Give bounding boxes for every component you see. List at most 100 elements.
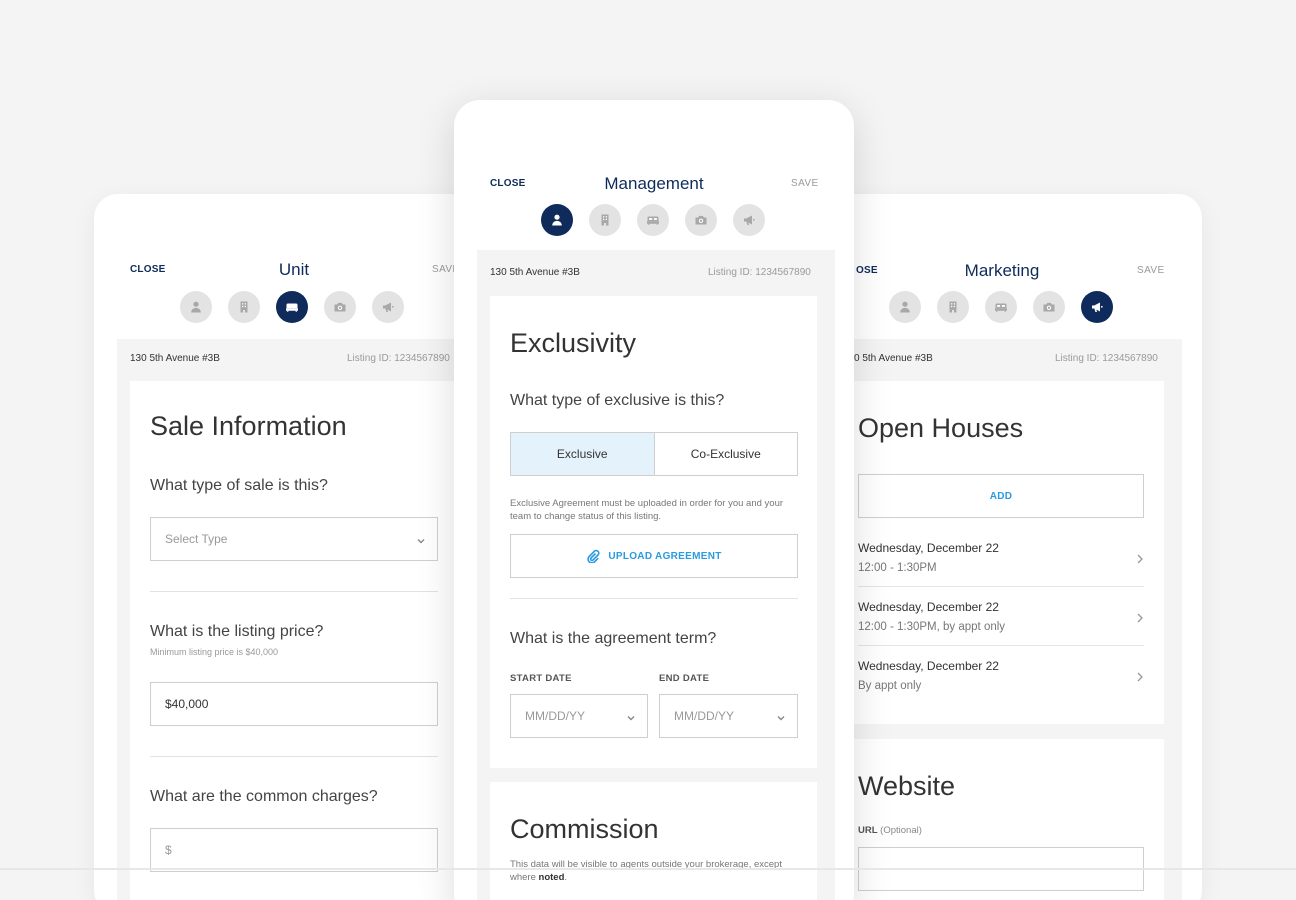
unit-content: 130 5th Avenue #3B Listing ID: 123456789… [117, 339, 474, 900]
unit-screen: CLOSE Unit SAVE 130 5th Avenue #3B Listi… [94, 194, 474, 900]
add-open-house-button[interactable]: ADD [858, 474, 1144, 518]
url-label-row: URL (Optional) [858, 825, 922, 836]
open-house-date: Wednesday, December 22 [858, 600, 999, 614]
camera-step-icon[interactable] [1033, 291, 1065, 323]
bed-step-icon[interactable] [985, 291, 1017, 323]
section-heading: Exclusivity [510, 328, 637, 358]
marketing-header: OSE Marketing SAVE [822, 261, 1202, 291]
commission-card: Commission This data will be visible to … [490, 782, 817, 900]
listing-address: 130 5th Avenue #3B [490, 267, 580, 278]
page-title: Management [604, 174, 704, 193]
open-house-time: By appt only [858, 680, 922, 692]
listing-id: Listing ID: 1234567890 [347, 353, 450, 364]
start-date-label: START DATE [510, 673, 572, 684]
chevron-right-icon [1136, 669, 1144, 679]
sale-type-select[interactable]: Select Type [150, 517, 438, 561]
agreement-note: Exclusive Agreement must be uploaded in … [510, 498, 784, 522]
bed-step-icon[interactable] [637, 204, 669, 236]
megaphone-step-icon[interactable] [733, 204, 765, 236]
divider [150, 591, 438, 592]
management-content: 130 5th Avenue #3B Listing ID: 123456789… [477, 250, 835, 900]
megaphone-step-icon[interactable] [1081, 291, 1113, 323]
website-heading: Website [858, 771, 956, 801]
section-heading: Sale Information [150, 411, 347, 441]
step-nav [180, 291, 404, 323]
building-step-icon[interactable] [589, 204, 621, 236]
exclusive-option[interactable]: Exclusive [511, 433, 654, 475]
page-title: Unit [278, 260, 310, 279]
listing-address: 130 5th Avenue #3B [130, 353, 220, 364]
open-house-time: 12:00 - 1:30PM, by appt only [858, 621, 1006, 633]
listing-price-input[interactable]: $40,000 [150, 682, 438, 726]
chevron-down-icon [627, 711, 635, 719]
building-step-icon[interactable] [937, 291, 969, 323]
step-nav [541, 204, 765, 236]
close-button[interactable]: CLOSE [490, 178, 525, 189]
upload-label: UPLOAD AGREEMENT [608, 550, 722, 562]
listing-price-question: What is the listing price? [150, 623, 324, 640]
bed-step-icon[interactable] [276, 291, 308, 323]
marketing-content: 0 5th Avenue #3B Listing ID: 1234567890 … [852, 339, 1182, 900]
save-button[interactable]: SAVE [791, 178, 819, 189]
close-button[interactable]: CLOSE [130, 264, 165, 275]
camera-step-icon[interactable] [324, 291, 356, 323]
add-label: ADD [989, 490, 1013, 502]
common-charges-input[interactable]: $ [150, 828, 438, 872]
open-houses-card: Open Houses ADD Wednesday, December 22 1… [852, 381, 1164, 724]
url-label: URL [858, 825, 878, 836]
url-optional: (Optional) [880, 825, 922, 836]
listing-address: 0 5th Avenue #3B [854, 353, 933, 364]
divider [510, 598, 798, 599]
price-value: $40,000 [165, 697, 209, 711]
chevron-down-icon [417, 534, 425, 542]
paperclip-icon [586, 549, 600, 563]
bottom-divider [0, 868, 1296, 870]
price-hint: Minimum listing price is $40,000 [150, 647, 279, 657]
open-house-date: Wednesday, December 22 [858, 659, 999, 673]
chevron-right-icon [1136, 551, 1144, 561]
management-screen: CLOSE Management SAVE 130 5th Avenue #3B… [454, 100, 854, 900]
open-house-list: Wednesday, December 22 12:00 - 1:30PM We… [858, 527, 1144, 717]
agent-step-icon[interactable] [180, 291, 212, 323]
camera-step-icon[interactable] [685, 204, 717, 236]
exclusivity-card: Exclusivity What type of exclusive is th… [490, 296, 817, 768]
chevron-right-icon [1136, 610, 1144, 620]
end-date-select[interactable]: MM/DD/YY [659, 694, 798, 738]
agent-step-icon[interactable] [541, 204, 573, 236]
open-house-date: Wednesday, December 22 [858, 541, 999, 555]
unit-header: CLOSE Unit SAVE [94, 260, 474, 290]
page-title: Marketing [964, 261, 1040, 280]
end-date-placeholder: MM/DD/YY [674, 709, 734, 723]
open-house-item[interactable]: Wednesday, December 22 By appt only [858, 645, 1144, 705]
building-step-icon[interactable] [228, 291, 260, 323]
commission-note-end: . [564, 872, 568, 883]
end-date-label: END DATE [659, 673, 710, 684]
commission-note: This data will be visible to agents outs… [510, 858, 800, 884]
open-house-time: 12:00 - 1:30PM [858, 562, 937, 574]
sale-information-card: Sale Information What type of sale is th… [130, 381, 470, 900]
exclusive-type-question: What type of exclusive is this? [510, 392, 725, 409]
website-card: Website URL (Optional) [852, 739, 1164, 900]
close-button[interactable]: OSE [856, 265, 878, 276]
step-nav [889, 291, 1113, 323]
upload-agreement-button[interactable]: UPLOAD AGREEMENT [510, 534, 798, 578]
management-header: CLOSE Management SAVE [454, 174, 854, 204]
common-charges-placeholder: $ [165, 843, 172, 857]
commission-note-bold: noted [538, 872, 565, 883]
sale-type-question: What type of sale is this? [150, 477, 328, 494]
megaphone-step-icon[interactable] [372, 291, 404, 323]
sale-type-placeholder: Select Type [165, 532, 228, 546]
save-button[interactable]: SAVE [1137, 265, 1165, 276]
co-exclusive-option[interactable]: Co-Exclusive [653, 433, 798, 475]
common-charges-question: What are the common charges? [150, 788, 378, 805]
agent-step-icon[interactable] [889, 291, 921, 323]
open-house-item[interactable]: Wednesday, December 22 12:00 - 1:30PM, b… [858, 586, 1144, 646]
exclusive-type-toggle: Exclusive Co-Exclusive [510, 432, 798, 476]
divider [150, 756, 438, 757]
marketing-screen: OSE Marketing SAVE 0 5th Avenue #3B List… [822, 194, 1202, 900]
start-date-placeholder: MM/DD/YY [525, 709, 585, 723]
section-heading: Open Houses [858, 413, 1024, 443]
commission-heading: Commission [510, 814, 659, 844]
start-date-select[interactable]: MM/DD/YY [510, 694, 648, 738]
open-house-item[interactable]: Wednesday, December 22 12:00 - 1:30PM [858, 527, 1144, 587]
